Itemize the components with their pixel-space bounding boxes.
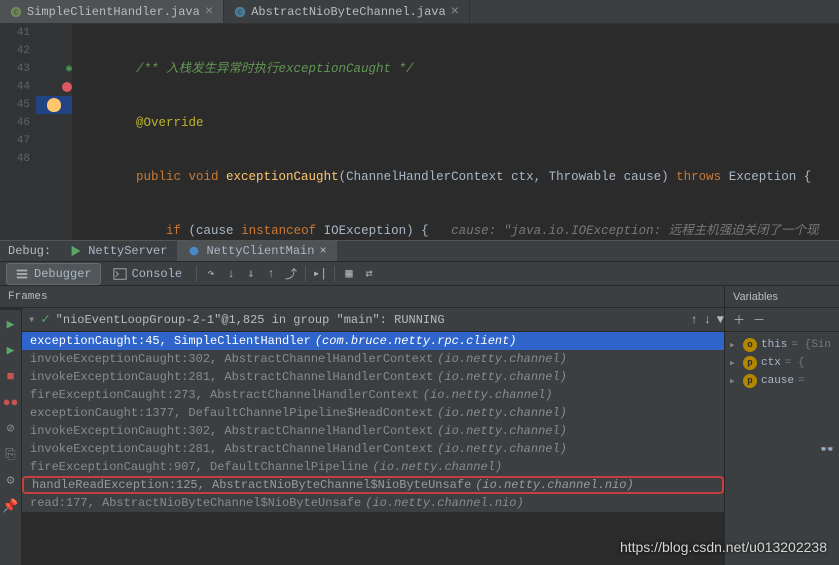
step-over-icon[interactable]: ↷ <box>203 266 219 282</box>
glasses-icon[interactable]: 👓 <box>820 442 835 457</box>
tab-debugger[interactable]: Debugger <box>6 263 101 285</box>
variable-row[interactable]: ▸pcause = <box>725 372 839 390</box>
object-icon: o <box>743 338 757 352</box>
thread-selector[interactable]: ▾ ✓ "nioEventLoopGroup-2-1"@1,825 in gro… <box>22 308 724 332</box>
run-to-cursor-icon[interactable]: ▸| <box>312 266 328 282</box>
stack-frame[interactable]: fireExceptionCaught:907, DefaultChannelP… <box>22 458 724 476</box>
stack-frame[interactable]: read:177, AbstractNioByteChannel$NioByte… <box>22 494 724 512</box>
stack-frame[interactable]: exceptionCaught:45, SimpleClientHandler(… <box>22 332 724 350</box>
gutter-icons: ◉ <box>36 24 72 240</box>
variable-row[interactable]: ▸othis = {Sin <box>725 336 839 354</box>
dropdown-icon[interactable]: ▾ <box>28 312 35 327</box>
stack-frame[interactable]: exceptionCaught:1377, DefaultChannelPipe… <box>22 404 724 422</box>
java-class-icon: C <box>234 6 246 18</box>
stack-frame[interactable]: fireExceptionCaught:273, AbstractChannel… <box>22 386 724 404</box>
tab-label: AbstractNioByteChannel.java <box>251 5 445 19</box>
debug-icon <box>187 244 201 258</box>
debugger-toolbar: Debugger Console ↷ ↓ ⇓ ↑ ⤴ ▸| ▦ ⇄ <box>0 262 839 286</box>
inline-value: cause: "java.io.IOException: 远程主机强迫关闭了一个… <box>429 224 819 238</box>
prev-frame-icon[interactable]: ↑ <box>690 313 697 327</box>
threads-icon <box>15 267 29 281</box>
force-step-into-icon[interactable]: ⇓ <box>243 266 259 282</box>
editor-tab-bar: C SimpleClientHandler.java × C AbstractN… <box>0 0 839 24</box>
stack-frame[interactable]: invokeExceptionCaught:281, AbstractChann… <box>22 368 724 386</box>
settings-icon[interactable]: ⚙ <box>3 472 19 488</box>
frames-panel-header: Frames <box>0 286 839 308</box>
svg-text:C: C <box>238 9 242 17</box>
run-icon <box>69 244 83 258</box>
stack-frames-list[interactable]: exceptionCaught:45, SimpleClientHandler(… <box>22 332 724 512</box>
stack-frame-highlighted[interactable]: handleReadException:125, AbstractNioByte… <box>22 476 724 494</box>
step-into-icon[interactable]: ↓ <box>223 266 239 282</box>
debug-label: Debug: <box>0 244 59 258</box>
console-icon <box>113 267 127 281</box>
check-icon: ✓ <box>41 311 49 328</box>
remove-watch-icon[interactable]: － <box>753 311 765 328</box>
line-number: 43 <box>0 60 30 78</box>
param-icon: p <box>743 374 757 388</box>
rerun-icon[interactable]: ▶ <box>3 316 19 332</box>
run-config-nettyclientmain[interactable]: NettyClientMain × <box>177 241 336 261</box>
resume-icon[interactable]: ▶ <box>3 342 19 358</box>
line-number: 41 <box>0 24 30 42</box>
variables-header: Variables <box>725 286 839 308</box>
drop-frame-icon[interactable]: ⤴ <box>283 266 299 282</box>
close-icon[interactable]: × <box>319 244 326 258</box>
line-number: 42 <box>0 42 30 60</box>
tab-abstractniobytechannel[interactable]: C AbstractNioByteChannel.java × <box>224 0 470 23</box>
stack-frame[interactable]: invokeExceptionCaught:302, AbstractChann… <box>22 422 724 440</box>
stop-icon[interactable]: ■ <box>3 368 19 384</box>
frames-panel: ▾ ✓ "nioEventLoopGroup-2-1"@1,825 in gro… <box>22 308 724 565</box>
get-thread-dump-icon[interactable]: ⎘ <box>3 446 19 462</box>
code-area[interactable]: /** 入栈发生异常时执行exceptionCaught */ @Overrid… <box>72 24 839 240</box>
view-breakpoints-icon[interactable]: ●● <box>3 394 19 410</box>
next-frame-icon[interactable]: ↓ <box>704 313 711 327</box>
variables-list[interactable]: ▸othis = {Sin ▸pctx = { ▸pcause = <box>725 332 839 394</box>
mute-breakpoints-icon[interactable]: ⊘ <box>3 420 19 436</box>
line-number: 47 <box>0 132 30 150</box>
run-config-nettyserver[interactable]: NettyServer <box>59 241 177 261</box>
line-number: 44 <box>0 78 30 96</box>
debug-side-toolbar: ▶ ▶ ■ ●● ⊘ ⎘ ⚙ 📌 <box>0 310 22 565</box>
tab-console[interactable]: Console <box>105 264 190 284</box>
filter-icon[interactable]: ▼ <box>717 313 724 327</box>
annotation: @Override <box>136 116 204 130</box>
line-number-gutter: 41 42 43 44 45 46 47 48 <box>0 24 36 240</box>
java-class-icon: C <box>10 6 22 18</box>
svg-text:C: C <box>14 9 18 17</box>
trace-icon[interactable]: ⇄ <box>361 266 377 282</box>
line-number: 45 <box>0 96 30 114</box>
line-number: 46 <box>0 114 30 132</box>
breakpoint-icon[interactable] <box>62 82 72 92</box>
evaluate-icon[interactable]: ▦ <box>341 266 357 282</box>
intention-bulb-icon[interactable] <box>47 98 61 112</box>
variables-side-toolbar: 👓 <box>815 438 839 461</box>
line-number: 48 <box>0 150 30 168</box>
tab-simpleclienthandler[interactable]: C SimpleClientHandler.java × <box>0 0 224 23</box>
pin-icon[interactable]: 📌 <box>3 498 19 514</box>
close-icon[interactable]: × <box>451 4 459 20</box>
thread-name: "nioEventLoopGroup-2-1"@1,825 in group "… <box>56 313 445 327</box>
add-watch-icon[interactable]: ＋ <box>733 311 745 328</box>
step-out-icon[interactable]: ↑ <box>263 266 279 282</box>
close-icon[interactable]: × <box>205 4 213 20</box>
param-icon: p <box>743 356 757 370</box>
tab-label: SimpleClientHandler.java <box>27 5 200 19</box>
variable-row[interactable]: ▸pctx = { <box>725 354 839 372</box>
debug-tool-window-header: Debug: NettyServer NettyClientMain × <box>0 240 839 262</box>
stack-frame[interactable]: invokeExceptionCaught:302, AbstractChann… <box>22 350 724 368</box>
doc-comment: /** 入栈发生异常时执行exceptionCaught */ <box>136 62 414 76</box>
stack-frame[interactable]: invokeExceptionCaught:281, AbstractChann… <box>22 440 724 458</box>
watermark: https://blog.csdn.net/u013202238 <box>620 539 827 555</box>
code-editor[interactable]: 41 42 43 44 45 46 47 48 ◉ /** 入栈发生异常时执行e… <box>0 24 839 240</box>
variables-panel: Variables ＋ － ▸othis = {Sin ▸pctx = { ▸p… <box>724 286 839 565</box>
